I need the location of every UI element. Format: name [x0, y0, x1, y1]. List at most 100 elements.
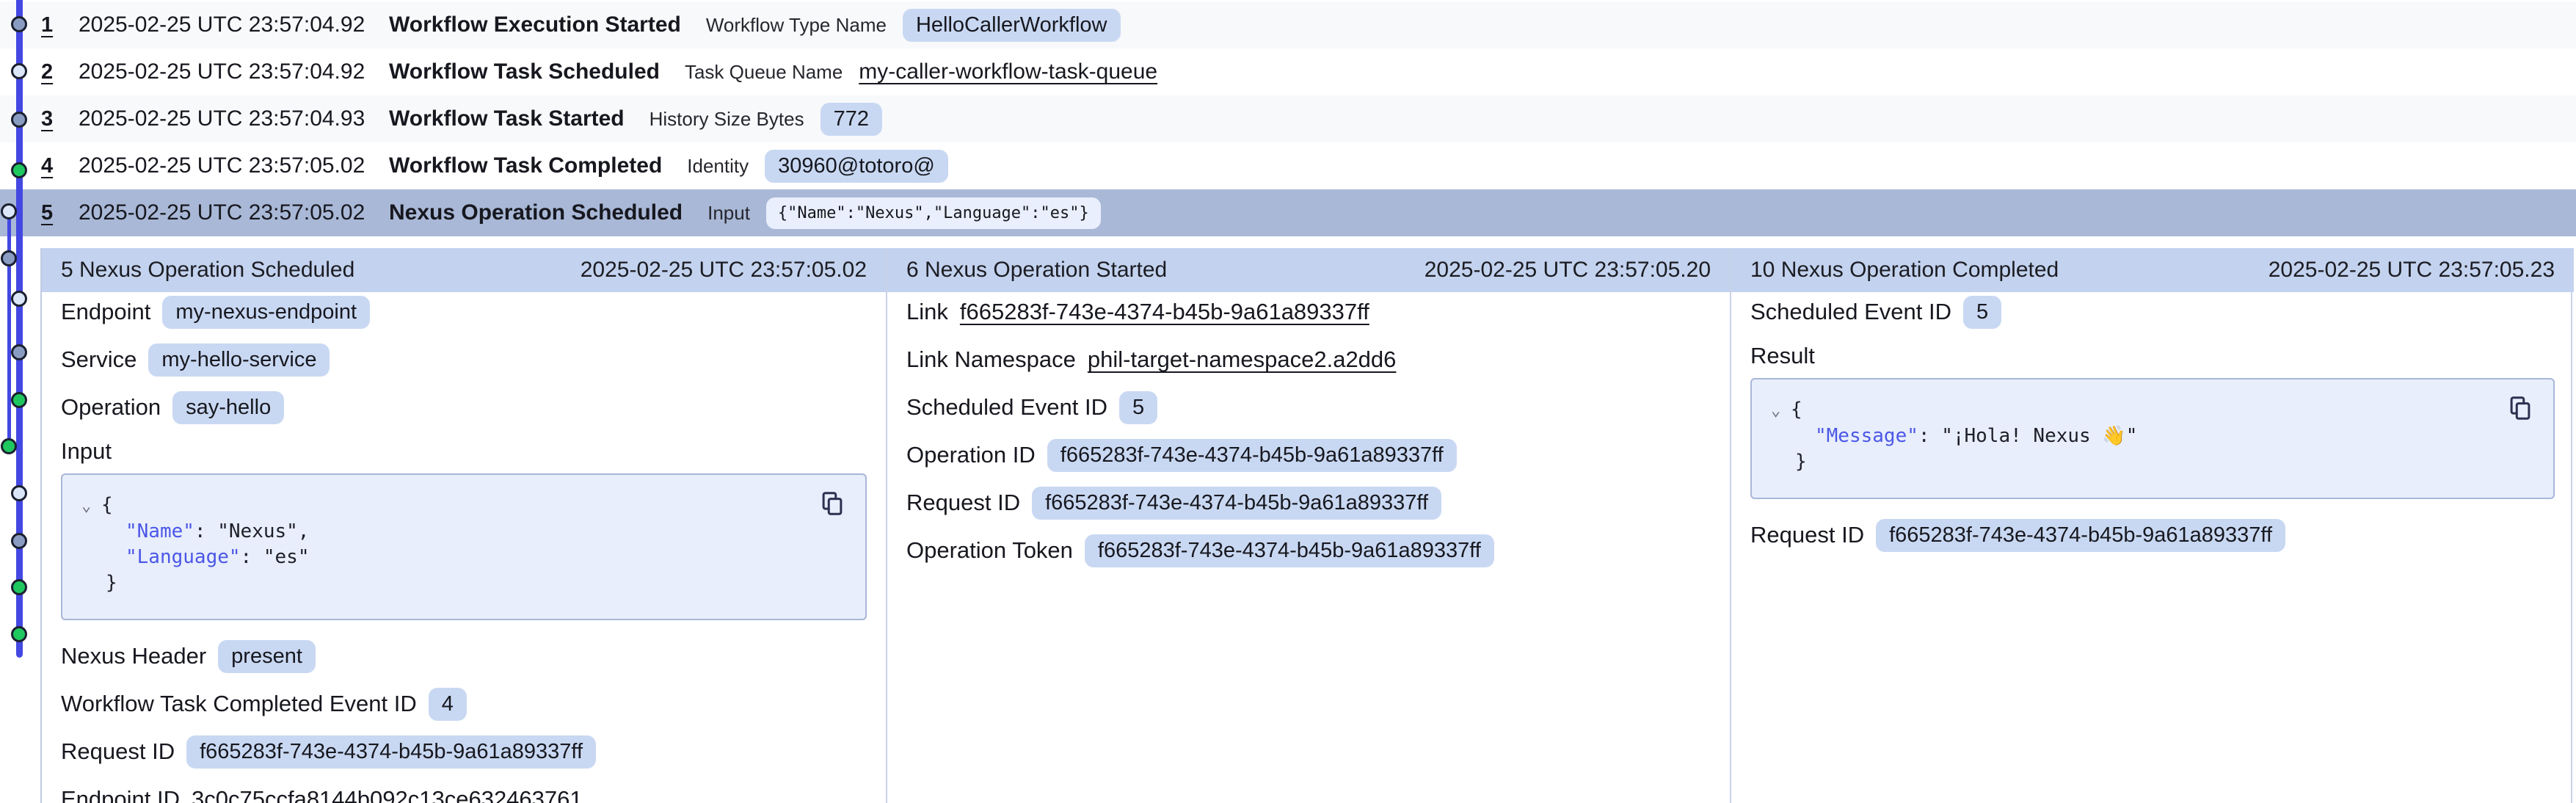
event-id-link[interactable]: 2 — [41, 60, 53, 84]
timeline-dot-started — [11, 344, 27, 360]
detail-field: Input⌄{"Name": "Nexus","Language": "es"} — [61, 438, 867, 620]
event-row[interactable]: 5 2025-02-25 UTC 23:57:05.02Nexus Operati… — [0, 189, 2576, 236]
json-open-line: ⌄{ — [81, 493, 846, 519]
event-row[interactable]: 2 2025-02-25 UTC 23:57:04.92Workflow Task… — [0, 48, 2576, 95]
timeline-dot-scheduled — [11, 291, 27, 307]
event-name: Nexus Operation Scheduled — [389, 200, 683, 225]
json-value: : "¡Hola! Nexus 👋" — [1918, 425, 2137, 447]
detail-panel-header: 5 Nexus Operation Scheduled2025-02-25 UT… — [42, 248, 886, 292]
timeline-branch-line — [7, 211, 11, 446]
copy-button[interactable] — [2506, 394, 2534, 422]
detail-field-badge: f665283f-743e-4374-b45b-9a61a89337ff — [186, 735, 596, 769]
timeline-dot-completed — [11, 626, 27, 642]
detail-panel-timestamp: 2025-02-25 UTC 23:57:05.23 — [2268, 258, 2555, 283]
event-row[interactable]: 42025-02-25 UTC 23:57:05.02Workflow Task… — [0, 142, 2576, 189]
json-key: "Language" — [125, 546, 241, 568]
event-id-link[interactable]: 1 — [41, 13, 53, 37]
detail-field: Workflow Task Completed Event ID4 — [61, 687, 867, 721]
event-detail-panel: 5 Nexus Operation Scheduled2025-02-25 UT… — [42, 248, 886, 803]
event-id-link[interactable]: 5 — [41, 201, 53, 225]
copy-icon — [818, 501, 846, 523]
event-attribute-badge: {"Name":"Nexus","Language":"es"} — [766, 197, 1101, 229]
event-attribute-badge: HelloCallerWorkflow — [903, 9, 1121, 42]
event-timestamp: 2025-02-25 UTC 23:57:05.02 — [79, 200, 389, 225]
detail-field: Link Namespacephil-target-namespace2.a2d… — [906, 343, 1711, 377]
event-id-cell: 2 — [41, 60, 79, 84]
event-detail-panel: 6 Nexus Operation Started2025-02-25 UTC … — [886, 248, 1730, 803]
detail-field-label: Operation Token — [906, 537, 1073, 564]
event-name: Workflow Task Completed — [389, 153, 662, 178]
detail-field-label: Endpoint — [61, 299, 150, 325]
detail-field-label: Operation ID — [906, 442, 1036, 468]
detail-field-badge: my-nexus-endpoint — [162, 296, 370, 329]
event-attribute-label: History Size Bytes — [650, 108, 804, 131]
timeline-dot-scheduled — [1, 203, 17, 219]
detail-field-label: Service — [61, 346, 137, 373]
timeline-dot-completed — [1, 438, 17, 454]
timeline-dot-completed — [11, 579, 27, 595]
json-value: : "Nexus", — [194, 520, 310, 542]
event-id-link[interactable]: 4 — [41, 154, 53, 178]
detail-field: Endpoint my-nexus-endpoint — [61, 295, 867, 329]
json-key: "Message" — [1815, 425, 1918, 447]
event-attribute-label: Workflow Type Name — [706, 14, 887, 37]
detail-field-badge: f665283f-743e-4374-b45b-9a61a89337ff — [1047, 439, 1457, 472]
detail-field: Endpoint ID 3c0c75ccfa8144b092c13ce632463… — [61, 782, 867, 803]
detail-panel-body: Linkf665283f-743e-4374-b45b-9a61a89337ff… — [887, 292, 1730, 567]
event-row[interactable]: 1 2025-02-25 UTC 23:57:04.92Workflow Exec… — [0, 1, 2576, 48]
event-attribute-link[interactable]: my-caller-workflow-task-queue — [859, 59, 1157, 84]
timeline-dot-scheduled — [11, 485, 27, 501]
timeline-dot-scheduled — [11, 63, 27, 79]
detail-panel-header: 10 Nexus Operation Completed2025-02-25 U… — [1731, 248, 2574, 292]
detail-field: Linkf665283f-743e-4374-b45b-9a61a89337ff — [906, 295, 1711, 329]
timeline-dot-started — [11, 533, 27, 549]
detail-field-label: Request ID — [61, 738, 175, 765]
detail-field-link[interactable]: phil-target-namespace2.a2dd6 — [1088, 346, 1397, 373]
payload-viewer: ⌄{"Name": "Nexus","Language": "es"} — [61, 473, 867, 620]
event-name: Workflow Task Started — [389, 106, 625, 131]
json-open-line: ⌄{ — [1771, 397, 2534, 424]
json-entry-line: "Name": "Nexus", — [81, 519, 846, 545]
collapse-chevron-icon[interactable]: ⌄ — [1771, 398, 1786, 424]
detail-field-label: Nexus Header — [61, 643, 206, 669]
detail-field-badge: f665283f-743e-4374-b45b-9a61a89337ff — [1876, 519, 2285, 552]
event-id-link[interactable]: 3 — [41, 107, 53, 131]
event-row[interactable]: 32025-02-25 UTC 23:57:04.93Workflow Task… — [0, 95, 2576, 142]
detail-field: Request ID f665283f-743e-4374-b45b-9a61a8… — [1750, 518, 2555, 552]
event-history-rows: 1 2025-02-25 UTC 23:57:04.92Workflow Exec… — [0, 1, 2576, 236]
collapse-chevron-icon[interactable]: ⌄ — [81, 493, 96, 519]
detail-field-badge: 5 — [1963, 296, 2001, 329]
detail-field-label: Endpoint ID — [61, 786, 180, 803]
copy-button[interactable] — [818, 490, 846, 517]
timeline-dot-started — [11, 16, 27, 32]
event-attribute-badge: 30960@totoro@ — [765, 150, 948, 183]
json-close-line: } — [1771, 449, 2534, 475]
json-key: "Name" — [125, 520, 194, 542]
detail-field: Result⌄{"Message": "¡Hola! Nexus 👋"} — [1750, 343, 2555, 499]
timeline-main-line — [16, 0, 23, 658]
detail-field-label: Input — [61, 438, 867, 465]
detail-field-label: Scheduled Event ID — [1750, 299, 1951, 325]
detail-field: Scheduled Event ID 5 — [1750, 295, 2555, 329]
event-name: Workflow Task Scheduled — [389, 59, 660, 84]
detail-field-label: Operation — [61, 394, 161, 421]
timeline-dot-started — [11, 112, 27, 128]
detail-field-link[interactable]: f665283f-743e-4374-b45b-9a61a89337ff — [960, 299, 1369, 325]
event-id-cell: 1 — [41, 13, 79, 37]
detail-field: Servicemy-hello-service — [61, 343, 867, 377]
event-timestamp: 2025-02-25 UTC 23:57:04.92 — [79, 12, 389, 37]
json-value: : "es" — [241, 546, 310, 568]
detail-field-label: Request ID — [1750, 522, 1864, 548]
detail-field-badge: f665283f-743e-4374-b45b-9a61a89337ff — [1032, 487, 1441, 520]
json-entry-line: "Language": "es" — [81, 545, 846, 570]
detail-field-label: Scheduled Event ID — [906, 394, 1107, 421]
timeline-dot-completed — [11, 162, 27, 178]
detail-panel-body: Endpoint my-nexus-endpoint Servicemy-hello… — [42, 292, 886, 803]
detail-field-link[interactable]: 3c0c75ccfa8144b092c13ce632463761 — [192, 786, 583, 803]
event-timestamp: 2025-02-25 UTC 23:57:04.92 — [79, 59, 389, 84]
detail-field-badge: f665283f-743e-4374-b45b-9a61a89337ff — [1085, 534, 1494, 567]
detail-field: Scheduled Event ID5 — [906, 390, 1711, 424]
json-entry-line: "Message": "¡Hola! Nexus 👋" — [1771, 424, 2534, 449]
event-name: Workflow Execution Started — [389, 12, 681, 37]
detail-panel-body: Scheduled Event ID 5 Result⌄{"Message": "¡… — [1731, 292, 2574, 552]
